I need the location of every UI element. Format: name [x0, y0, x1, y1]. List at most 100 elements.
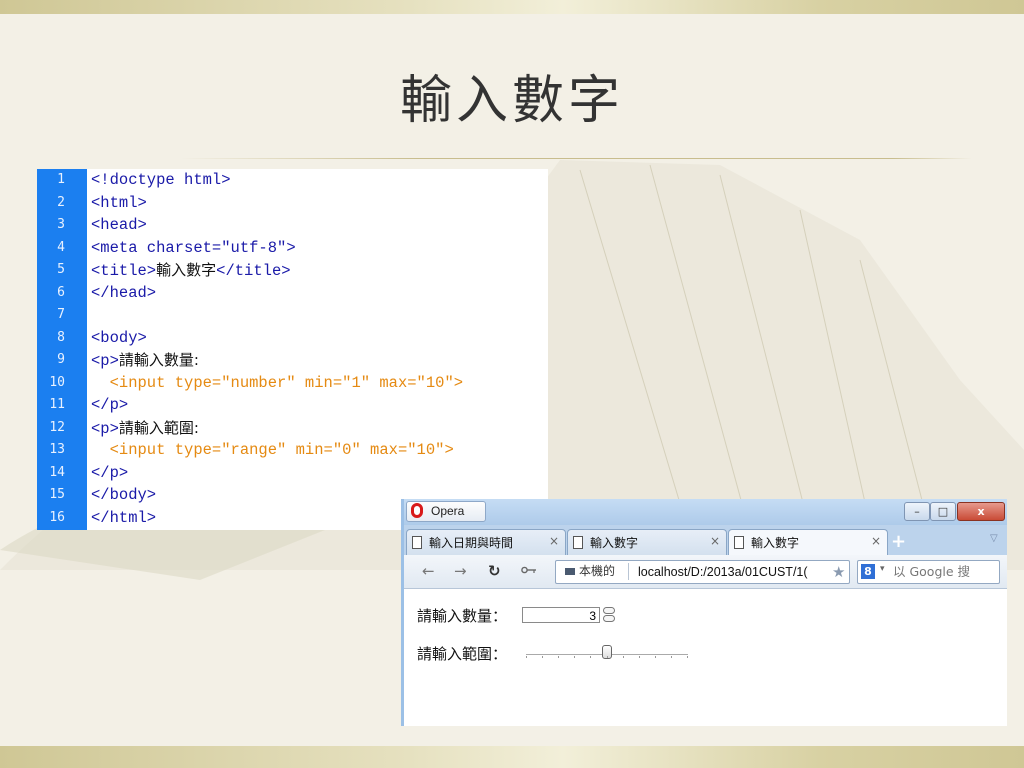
- range-tick: [639, 656, 640, 658]
- line-number: 7: [57, 307, 65, 322]
- tab-close-icon[interactable]: ×: [710, 534, 720, 548]
- range-tick: [526, 656, 527, 658]
- code-text: <input type="number" min="1" max="10">: [91, 373, 464, 392]
- range-tick: [655, 656, 656, 658]
- url-text[interactable]: localhost/D:/2013a/01CUST/1(: [638, 561, 833, 583]
- page-icon: [734, 536, 744, 549]
- range-tick: [671, 656, 672, 658]
- line-number: 9: [57, 352, 65, 367]
- page-icon: [412, 536, 422, 549]
- code-cjk-text: 輸入數字: [156, 261, 217, 279]
- range-field-label: 請輸入範圍：: [417, 645, 508, 663]
- code-text: <html>: [91, 193, 147, 212]
- range-tick: [607, 656, 608, 658]
- code-listing: 1 <!doctype html> 2 <html> 3 <head> 4 <m…: [37, 169, 548, 530]
- line-number: 8: [57, 329, 65, 345]
- key-icon[interactable]: [521, 566, 537, 574]
- window-titlebar: Opera – □ x: [404, 499, 1007, 525]
- bookmark-star-icon[interactable]: ★: [832, 563, 845, 581]
- code-text: <body>: [91, 328, 147, 347]
- code-line: 9 <p>請輸入數量:: [37, 349, 548, 372]
- code-text: <!doctype html>: [91, 171, 231, 189]
- search-placeholder: 以 Google 搜: [893, 564, 971, 579]
- bottom-decorative-band: [0, 746, 1024, 768]
- quantity-number-input[interactable]: 3: [522, 607, 600, 623]
- range-tick: [623, 656, 624, 658]
- code-line: 14 </p>: [37, 462, 548, 485]
- minimize-button[interactable]: –: [904, 502, 930, 521]
- line-number: 11: [49, 397, 65, 412]
- tab-close-icon[interactable]: ×: [871, 534, 881, 548]
- code-text: <meta charset="utf-8">: [91, 238, 296, 257]
- number-spinner[interactable]: [603, 607, 615, 624]
- line-number: 10: [49, 374, 65, 390]
- tab-bar: 輸入日期與時間 × 輸入數字 × 輸入數字 × + ▽: [404, 525, 1007, 556]
- close-window-button[interactable]: x: [957, 502, 1005, 521]
- line-number: 1: [57, 172, 65, 187]
- line-number: 12: [49, 419, 65, 435]
- code-text: <p>請輸入範圍:: [91, 417, 199, 441]
- range-tick: [542, 656, 543, 658]
- line-number: 15: [49, 487, 65, 502]
- forward-button[interactable]: →: [454, 562, 467, 580]
- code-cjk-text: 請輸入數量:: [118, 351, 199, 369]
- code-line: 13 <input type="range" min="0" max="10">: [37, 439, 548, 462]
- code-text: <input type="range" min="0" max="10">: [91, 441, 454, 459]
- new-tab-button[interactable]: +: [891, 531, 906, 552]
- code-line: 2 <html>: [37, 192, 548, 215]
- spin-down-button[interactable]: [603, 615, 615, 622]
- local-site-badge[interactable]: 本機的: [558, 563, 629, 580]
- line-number: 2: [57, 194, 65, 210]
- line-number: 13: [49, 442, 65, 457]
- address-bar[interactable]: 本機的 localhost/D:/2013a/01CUST/1( ★: [555, 560, 850, 584]
- range-tick: [558, 656, 559, 658]
- tab-label: 輸入數字: [751, 536, 800, 550]
- tab-date-time[interactable]: 輸入日期與時間 ×: [406, 529, 566, 556]
- tab-label: 輸入數字: [590, 536, 639, 550]
- code-line: 3 <head>: [37, 214, 548, 237]
- opera-browser-window: Opera – □ x 輸入日期與時間 × 輸入數字 × 輸入數字 × + ▽ …: [401, 499, 1007, 726]
- code-text: </html>: [91, 508, 157, 527]
- tab-input-number-active[interactable]: 輸入數字 ×: [728, 529, 888, 556]
- page-icon: [573, 536, 583, 549]
- reload-button[interactable]: ↻: [488, 562, 501, 580]
- code-line: 8 <body>: [37, 327, 548, 350]
- number-field-label: 請輸入數量：: [417, 607, 508, 625]
- opera-menu-label: Opera: [431, 504, 465, 518]
- code-tag: </title>: [216, 262, 291, 280]
- tab-input-number[interactable]: 輸入數字 ×: [567, 529, 727, 556]
- line-number: 5: [57, 262, 65, 277]
- code-cjk-text: 請輸入範圍:: [118, 418, 199, 437]
- slide-title: 輸入數字: [399, 71, 624, 131]
- tab-close-icon[interactable]: ×: [549, 534, 559, 548]
- code-line: 5 <title>輸入數字</title>: [37, 259, 548, 282]
- page-content: 請輸入數量： 3 請輸入範圍：: [404, 589, 1007, 726]
- code-line: 7: [37, 304, 548, 327]
- code-text: </body>: [91, 486, 157, 504]
- line-number: 14: [49, 464, 65, 480]
- code-tag: <p>: [91, 419, 119, 438]
- spin-up-button[interactable]: [603, 607, 615, 614]
- line-number: 6: [57, 284, 65, 300]
- chevron-down-icon[interactable]: ▾: [880, 564, 885, 574]
- navigation-bar: ← → ↻ 本機的 localhost/D:/2013a/01CUST/1( ★…: [404, 555, 1007, 589]
- opera-logo-icon: [411, 503, 423, 518]
- opera-menu-button[interactable]: Opera: [406, 501, 486, 522]
- code-text: </head>: [91, 283, 157, 302]
- top-decorative-band: [0, 0, 1024, 14]
- code-text: </p>: [91, 463, 129, 482]
- tab-label: 輸入日期與時間: [429, 536, 514, 550]
- line-number: 4: [57, 239, 65, 255]
- search-box[interactable]: 8 ▾ 以 Google 搜: [857, 560, 1000, 584]
- tab-menu-icon[interactable]: ▽: [990, 533, 998, 544]
- code-line: 11 </p>: [37, 394, 548, 417]
- code-line: 1 <!doctype html>: [37, 169, 548, 192]
- back-button[interactable]: ←: [422, 562, 435, 580]
- code-tag: <p>: [91, 352, 119, 370]
- site-badge-label: 本機的: [579, 564, 616, 578]
- google-search-engine-icon[interactable]: 8: [861, 564, 875, 579]
- code-line: 6 </head>: [37, 282, 548, 305]
- range-slider[interactable]: [526, 645, 688, 661]
- maximize-button[interactable]: □: [930, 502, 956, 521]
- range-tick: [574, 656, 575, 658]
